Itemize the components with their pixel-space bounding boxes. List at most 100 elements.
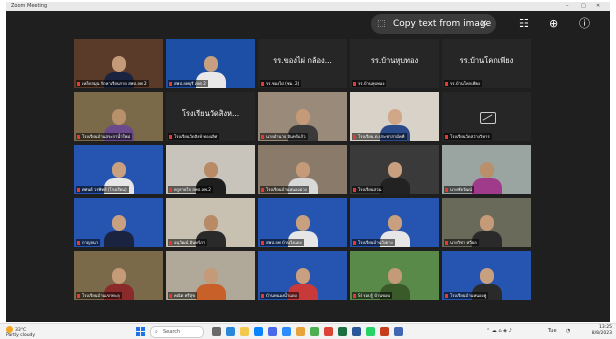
participant-name-label: รร.บ้านหุบทอง <box>352 80 387 87</box>
file-explorer-icon[interactable] <box>240 327 249 336</box>
participant-tile[interactable]: นายวิชา ทวีผล <box>442 198 531 247</box>
sliders-icon[interactable]: ☷ <box>519 17 529 31</box>
tray-text: Tue <box>548 328 557 334</box>
participant-tile[interactable]: โรงเรียนบ้านหนองม่วง <box>258 145 347 194</box>
participant-name-label: ครูสายใจ สพป.ลพ.2 <box>168 186 213 193</box>
taskbar-search[interactable]: ⌕ Search <box>150 326 204 338</box>
sun-cloud-icon <box>6 326 13 333</box>
store-icon[interactable] <box>310 327 319 336</box>
maximize-button[interactable]: □ <box>581 2 586 11</box>
windows-taskbar: 33°C Partly cloudy ⌕ Search ⌃ ☁ ⌂ ◈ ♪ Tu… <box>0 323 616 339</box>
participant-grid: เหล็กสมุน รักหาเรียนราย สพป.ลพ 2 สพป.ลพบุ… <box>74 39 534 301</box>
participant-name-label: โรงเรียนวัดสว่างวิหาร <box>444 133 492 140</box>
powerpoint-icon[interactable] <box>380 327 389 336</box>
minimize-button[interactable]: – <box>566 2 569 11</box>
task-view-icon[interactable] <box>212 327 221 336</box>
system-clock[interactable]: 13:25 8/8/2023 <box>588 325 612 337</box>
participant-tile[interactable]: บ้านหนองน้ำแดง <box>258 251 347 300</box>
participant-tile[interactable]: โรงเรียนวัดสิงห... โรงเรียนวัดสิงห์ ทองเล… <box>166 92 255 141</box>
participant-name-label: เหล็กสมุน รักหาเรียนราย สพป.ลพ 2 <box>76 80 149 87</box>
copy-text-from-image-button[interactable]: ⬚ Copy text from image ✕ <box>371 14 496 34</box>
participant-name-label: สพป.ลพบุรี เขต 2 <box>168 80 208 87</box>
participant-video-figure <box>102 213 136 247</box>
zoom-app-icon[interactable] <box>282 327 291 336</box>
participant-tile[interactable]: โรงเรียน ต.ประชาสามัคคี <box>350 92 439 141</box>
participant-tile[interactable]: SI รอบรู้ บ้านขอบ <box>350 251 439 300</box>
participant-tile[interactable]: สพป.ลพ บ้านวังแดง <box>258 198 347 247</box>
meet-icon[interactable] <box>226 327 235 336</box>
participant-name-label: โรงเรียนบ้านเขาทะลุ <box>76 292 122 299</box>
tray-icons[interactable]: ⌃ ☁ ⌂ ◈ ♪ <box>486 327 512 336</box>
participant-display-name: รร.ของไผ่ กล้อง... <box>273 56 332 65</box>
participant-tile[interactable]: โรงเรียนบ้านวังยาง <box>350 198 439 247</box>
participant-tile[interactable]: คณิต ศรีสุข <box>166 251 255 300</box>
magnify-icon[interactable]: ⊕ <box>549 17 558 31</box>
participant-tile[interactable]: ศศนย์ วรพิทย์ (โรงเรียน) <box>74 145 163 194</box>
participant-tile[interactable]: นายชัยวัฒน์ <box>442 145 531 194</box>
edge-icon[interactable] <box>254 327 263 336</box>
mail-icon[interactable] <box>268 327 277 336</box>
participant-tile[interactable]: โรงเรียนบ้านสระกาน้ำใหม่ <box>74 92 163 141</box>
participant-name-label: โรงเรียนบ้านสระกาน้ำใหม่ <box>76 133 133 140</box>
participant-tile[interactable]: สพป.ลพบุรี เขต 2 <box>166 39 255 88</box>
participant-name-label: บ้านหนองน้ำแดง <box>260 292 299 299</box>
participant-name-label: โรงเรียนสวน <box>352 186 384 193</box>
participant-tile[interactable]: กาญจนา <box>74 198 163 247</box>
title-bar: Zoom Meeting – □ ✕ <box>6 2 610 11</box>
participant-display-name: รร.บ้านโคกเพียง <box>459 56 514 65</box>
participant-tile[interactable]: โรงเรียนบ้านหนองคู่ <box>442 251 531 300</box>
participant-name-label: โรงเรียน ต.ประชาสามัคคี <box>352 133 407 140</box>
search-placeholder: Search <box>163 329 181 335</box>
participant-name-label: อนุวัฒน์ อินทร์ภา <box>168 239 208 246</box>
copy-text-label: Copy text from image <box>393 19 492 29</box>
zoom-window: Zoom Meeting – □ ✕ ⬚ Copy text from imag… <box>6 2 610 322</box>
participant-name-label: โรงเรียนบ้านวังยาง <box>352 239 395 246</box>
participant-name-label: รร.ชองไผ่ (ชม. 2) <box>260 80 302 87</box>
folder-icon[interactable] <box>296 327 305 336</box>
participant-display-name: รร.บ้านหุบทอง <box>370 56 419 65</box>
camera-off-icon <box>479 111 496 124</box>
participant-name-label: รร.บ้านโคกเพียง <box>444 80 482 87</box>
excel-icon[interactable] <box>338 327 347 336</box>
participant-name-label: นายชัยวัฒน์ <box>444 186 474 193</box>
chrome-icon[interactable] <box>324 327 333 336</box>
participant-name-label: สพป.ลพ บ้านวังแดง <box>260 239 304 246</box>
clock-time: 13:25 <box>599 325 612 330</box>
participant-tile[interactable]: รร.บ้านหุบทอง รร.บ้านหุบทอง <box>350 39 439 88</box>
weather-desc: Partly cloudy <box>6 333 36 338</box>
participant-video-figure <box>470 160 504 194</box>
start-button[interactable] <box>136 327 145 336</box>
weather-widget[interactable]: 33°C Partly cloudy <box>6 326 35 338</box>
close-window-button[interactable]: ✕ <box>596 2 600 11</box>
participant-name-label: กาญจนา <box>76 239 101 246</box>
participant-tile[interactable]: นายอำนาจ อินทร์แก้ว <box>258 92 347 141</box>
participant-tile[interactable]: โรงเรียนสวน <box>350 145 439 194</box>
participant-name-label: นายวิชา ทวีผล <box>444 239 479 246</box>
participant-name-label: ศศนย์ วรพิทย์ (โรงเรียน) <box>76 186 129 193</box>
participant-video-figure <box>194 266 228 300</box>
participant-tile[interactable]: โรงเรียนบ้านเขาทะลุ <box>74 251 163 300</box>
participant-tile[interactable]: รร.ของไผ่ กล้อง... รร.ชองไผ่ (ชม. 2) <box>258 39 347 88</box>
participant-name-label: โรงเรียนบ้านหนองคู่ <box>444 292 489 299</box>
participant-tile[interactable]: ครูสายใจ สพป.ลพ.2 <box>166 145 255 194</box>
participant-name-label: นายอำนาจ อินทร์แก้ว <box>260 133 308 140</box>
word-icon[interactable] <box>352 327 361 336</box>
clock-date: 8/8/2023 <box>591 331 612 336</box>
search-icon: ⌕ <box>155 329 158 335</box>
participant-display-name: โรงเรียนวัดสิงห... <box>181 109 240 118</box>
image-overlay-toolbar: ⬚ Copy text from image ✕ ☷ ⊕ ⓘ <box>371 14 606 34</box>
close-icon[interactable]: ✕ <box>480 14 488 34</box>
participant-tile[interactable]: อนุวัฒน์ อินทร์ภา <box>166 198 255 247</box>
line-icon[interactable] <box>366 327 375 336</box>
participant-tile[interactable]: รร.บ้านโคกเพียง รร.บ้านโคกเพียง <box>442 39 531 88</box>
participant-name-label: โรงเรียนบ้านหนองม่วง <box>260 186 309 193</box>
text-select-icon: ⬚ <box>377 19 386 29</box>
teams-icon[interactable] <box>394 327 403 336</box>
participant-tile[interactable]: เหล็กสมุน รักหาเรียนราย สพป.ลพ 2 <box>74 39 163 88</box>
window-title: Zoom Meeting <box>11 3 48 9</box>
wifi-icon[interactable]: ◔ <box>566 327 570 336</box>
info-icon[interactable]: ⓘ <box>579 17 590 31</box>
participant-name-label: คณิต ศรีสุข <box>168 292 198 299</box>
participant-name-label: SI รอบรู้ บ้านขอบ <box>352 292 393 299</box>
participant-tile[interactable]: โรงเรียนวัดสว่างวิหาร <box>442 92 531 141</box>
